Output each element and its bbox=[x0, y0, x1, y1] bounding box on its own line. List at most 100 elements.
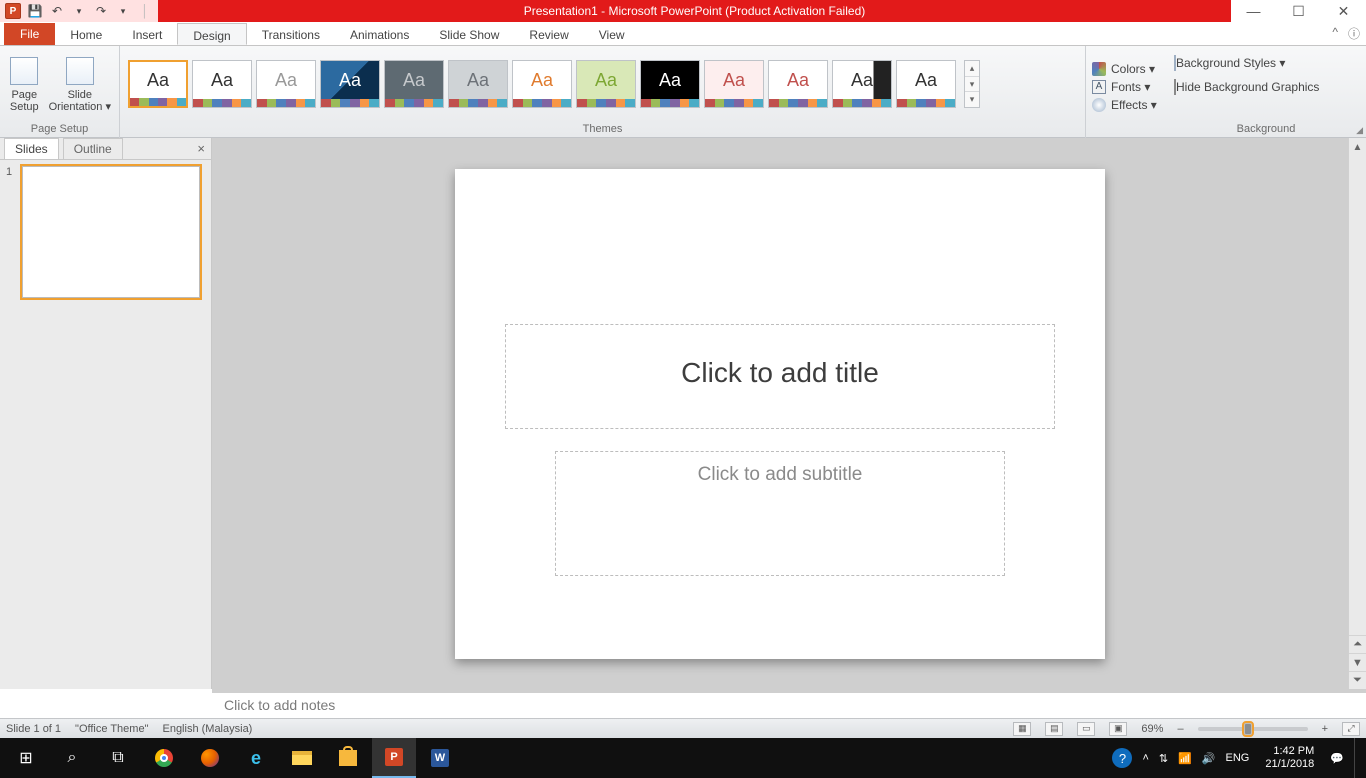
search-button[interactable]: ⌕ bbox=[50, 738, 94, 778]
view-normal-button[interactable]: ▦ bbox=[1013, 722, 1031, 736]
maximize-button[interactable]: ☐ bbox=[1276, 0, 1321, 22]
theme-thumb-11[interactable]: Aa bbox=[832, 60, 892, 108]
theme-thumb-4[interactable]: Aa bbox=[384, 60, 444, 108]
qat-customize-icon[interactable]: ▾ bbox=[114, 2, 132, 20]
effects-icon bbox=[1092, 98, 1106, 112]
scroll-down-icon[interactable]: ▼ bbox=[1349, 653, 1366, 671]
theme-thumb-3[interactable]: Aa bbox=[320, 60, 380, 108]
undo-more-icon[interactable]: ▾ bbox=[70, 2, 88, 20]
tray-clock[interactable]: 1:42 PM 21/1/2018 bbox=[1259, 745, 1320, 771]
zoom-out-button[interactable]: – bbox=[1177, 723, 1183, 735]
tray-network-icon[interactable]: ⇅ bbox=[1159, 752, 1168, 765]
tab-design[interactable]: Design bbox=[177, 23, 246, 45]
ribbon: Page Setup Slide Orientation ▾ Page Setu… bbox=[0, 46, 1366, 138]
save-icon[interactable]: 💾 bbox=[26, 2, 44, 20]
tab-view[interactable]: View bbox=[584, 23, 640, 45]
fonts-button[interactable]: AFonts ▾ bbox=[1092, 80, 1157, 94]
vertical-scrollbar[interactable]: ▲ ⏶ ▼ ⏷ bbox=[1348, 138, 1366, 689]
slide-orientation-button[interactable]: Slide Orientation ▾ bbox=[49, 55, 111, 113]
group-background: Background Styles ▾ Hide Background Grap… bbox=[1166, 46, 1366, 138]
status-language[interactable]: English (Malaysia) bbox=[162, 723, 252, 735]
zoom-slider[interactable] bbox=[1198, 727, 1308, 731]
zoom-level[interactable]: 69% bbox=[1141, 723, 1163, 735]
notes-pane[interactable]: Click to add notes bbox=[212, 689, 1366, 718]
fit-to-window-button[interactable]: ⤢ bbox=[1342, 722, 1360, 736]
taskbar-app-edge[interactable]: e bbox=[234, 738, 278, 778]
redo-icon[interactable]: ↷ bbox=[92, 2, 110, 20]
background-styles-button[interactable]: Background Styles ▾ bbox=[1174, 56, 1285, 70]
slide-number: 1 bbox=[6, 166, 16, 178]
taskbar-app-chrome[interactable] bbox=[142, 738, 186, 778]
next-slide-button[interactable]: ⏷ bbox=[1349, 671, 1366, 689]
ribbon-tabs: File Home Insert Design Transitions Anim… bbox=[0, 22, 1366, 46]
theme-thumb-0[interactable]: Aa bbox=[128, 60, 188, 108]
close-button[interactable]: ✕ bbox=[1321, 0, 1366, 22]
tray-wifi-icon[interactable]: 📶 bbox=[1178, 752, 1192, 765]
slide[interactable]: Click to add title Click to add subtitle bbox=[455, 169, 1105, 659]
themes-more-button[interactable]: ▴▾▾ bbox=[964, 60, 980, 108]
prev-slide-button[interactable]: ⏶ bbox=[1349, 635, 1366, 653]
page-setup-button[interactable]: Page Setup bbox=[8, 55, 41, 113]
quick-access-toolbar: P 💾 ↶ ▾ ↷ ▾ │ bbox=[0, 0, 158, 22]
group-label-theme-opts bbox=[1086, 122, 1166, 138]
theme-thumb-7[interactable]: Aa bbox=[576, 60, 636, 108]
outline-tab[interactable]: Outline bbox=[63, 138, 123, 159]
tab-review[interactable]: Review bbox=[514, 23, 583, 45]
tab-transitions[interactable]: Transitions bbox=[247, 23, 335, 45]
help-icon[interactable]: ⓘ bbox=[1348, 25, 1360, 42]
show-desktop-button[interactable] bbox=[1354, 738, 1360, 778]
slide-thumbnail-row[interactable]: 1 bbox=[6, 166, 205, 298]
close-panel-icon[interactable]: × bbox=[197, 141, 205, 156]
hide-background-checkbox[interactable]: Hide Background Graphics bbox=[1174, 80, 1319, 94]
taskbar-app-word[interactable]: W bbox=[418, 738, 462, 778]
view-reading-button[interactable]: ▭ bbox=[1077, 722, 1095, 736]
tray-help-icon[interactable]: ? bbox=[1112, 748, 1132, 768]
group-label-page-setup: Page Setup bbox=[0, 122, 119, 138]
slide-thumbnail[interactable] bbox=[22, 166, 200, 298]
status-slide: Slide 1 of 1 bbox=[6, 723, 61, 735]
tab-slideshow[interactable]: Slide Show bbox=[424, 23, 514, 45]
tab-home[interactable]: Home bbox=[55, 23, 117, 45]
minimize-ribbon-icon[interactable]: ^ bbox=[1332, 25, 1338, 42]
minimize-button[interactable]: — bbox=[1231, 0, 1276, 22]
tray-volume-icon[interactable]: 🔊 bbox=[1202, 752, 1216, 765]
title-placeholder[interactable]: Click to add title bbox=[505, 324, 1055, 429]
taskbar-app-explorer[interactable] bbox=[280, 738, 324, 778]
scroll-up-icon[interactable]: ▲ bbox=[1349, 138, 1366, 156]
colors-icon bbox=[1092, 62, 1106, 76]
theme-thumb-9[interactable]: Aa bbox=[704, 60, 764, 108]
theme-thumb-6[interactable]: Aa bbox=[512, 60, 572, 108]
status-theme: "Office Theme" bbox=[75, 723, 148, 735]
tab-animations[interactable]: Animations bbox=[335, 23, 424, 45]
colors-button[interactable]: Colors ▾ bbox=[1092, 62, 1157, 76]
taskbar-app-firefox[interactable] bbox=[188, 738, 232, 778]
workspace: Slides Outline × 1 Click to add title Cl… bbox=[0, 138, 1366, 689]
view-slideshow-button[interactable]: ▣ bbox=[1109, 722, 1127, 736]
tray-overflow-icon[interactable]: ˄ bbox=[1142, 752, 1148, 764]
tray-notifications-icon[interactable]: 💬 bbox=[1330, 752, 1344, 765]
theme-thumb-8[interactable]: Aa bbox=[640, 60, 700, 108]
subtitle-placeholder[interactable]: Click to add subtitle bbox=[555, 451, 1005, 576]
theme-thumb-10[interactable]: Aa bbox=[768, 60, 828, 108]
themes-gallery[interactable]: AaAaAaAaAaAaAaAaAaAaAaAaAa bbox=[128, 60, 956, 108]
fonts-icon: A bbox=[1092, 80, 1106, 94]
zoom-in-button[interactable]: + bbox=[1322, 723, 1328, 735]
background-dialog-launcher[interactable]: ◢ bbox=[1356, 123, 1363, 137]
status-bar: Slide 1 of 1 "Office Theme" English (Mal… bbox=[0, 718, 1366, 738]
slides-tab[interactable]: Slides bbox=[4, 138, 59, 159]
effects-button[interactable]: Effects ▾ bbox=[1092, 98, 1157, 112]
taskbar-app-store[interactable] bbox=[326, 738, 370, 778]
theme-thumb-12[interactable]: Aa bbox=[896, 60, 956, 108]
tray-language[interactable]: ENG bbox=[1226, 752, 1250, 764]
taskbar-app-powerpoint[interactable]: P bbox=[372, 738, 416, 778]
theme-thumb-1[interactable]: Aa bbox=[192, 60, 252, 108]
theme-thumb-5[interactable]: Aa bbox=[448, 60, 508, 108]
view-sorter-button[interactable]: ▤ bbox=[1045, 722, 1063, 736]
file-tab[interactable]: File bbox=[4, 23, 55, 45]
undo-icon[interactable]: ↶ bbox=[48, 2, 66, 20]
slide-canvas-area[interactable]: Click to add title Click to add subtitle bbox=[212, 138, 1348, 689]
theme-thumb-2[interactable]: Aa bbox=[256, 60, 316, 108]
start-button[interactable]: ⊞ bbox=[4, 738, 48, 778]
tab-insert[interactable]: Insert bbox=[117, 23, 177, 45]
task-view-button[interactable]: ⧉ bbox=[96, 738, 140, 778]
